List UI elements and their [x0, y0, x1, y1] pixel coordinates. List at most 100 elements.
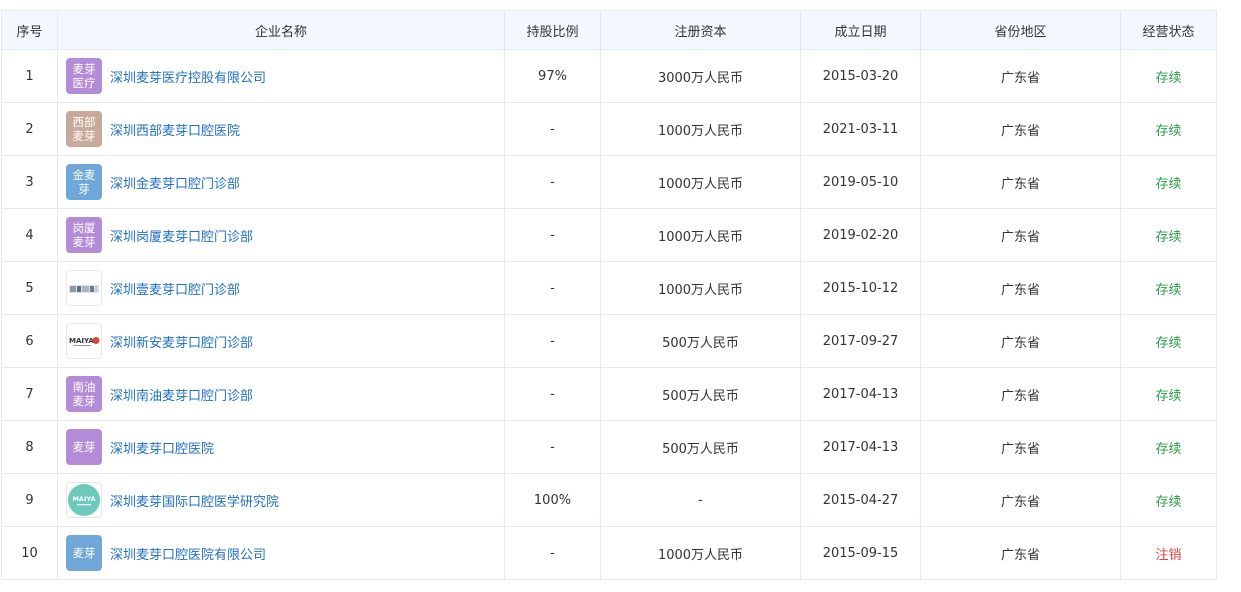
company-name-link[interactable]: 深圳金麦芽口腔门诊部	[110, 173, 240, 192]
company-name-cell: 岗厦麦芽 深圳岗厦麦芽口腔门诊部	[57, 208, 505, 262]
region: 广东省	[920, 526, 1121, 580]
company-logo[interactable]: 岗厦麦芽	[66, 217, 102, 253]
established-date: 2021-03-11	[800, 102, 921, 156]
established-date: 2019-05-10	[800, 155, 921, 209]
share-ratio: 97%	[504, 49, 601, 103]
share-ratio: -	[504, 367, 601, 421]
table-row: 8 麦芽 深圳麦芽口腔医院 -500万人民币 2017-04-13 广东省 存续	[1, 420, 1217, 474]
status-badge: 存续	[1120, 314, 1217, 368]
row-index: 9	[1, 473, 58, 527]
table-row: 6 MAIYA 深圳新安麦芽口腔门诊部 -500万人民币 2017-09-27 广东省 存续	[1, 314, 1217, 368]
region: 广东省	[920, 208, 1121, 262]
row-index: 6	[1, 314, 58, 368]
region: 广东省	[920, 367, 1121, 421]
company-name-wrapper: 南油麦芽 深圳南油麦芽口腔门诊部	[66, 376, 504, 412]
header-established-date: 成立日期	[800, 10, 921, 50]
registered-capital: 3000万人民币	[600, 49, 801, 103]
share-ratio: -	[504, 420, 601, 474]
region: 广东省	[920, 102, 1121, 156]
company-name-link[interactable]: 深圳麦芽口腔医院	[110, 438, 214, 457]
company-name-wrapper: MAIYA 深圳麦芽国际口腔医学研究院	[66, 482, 504, 518]
company-name-wrapper: 深圳壹麦芽口腔门诊部	[66, 270, 504, 306]
company-logo[interactable]: 麦芽	[66, 429, 102, 465]
company-logo[interactable]: 麦芽医疗	[66, 58, 102, 94]
company-name-cell: 金麦芽 深圳金麦芽口腔门诊部	[57, 155, 505, 209]
company-name-cell: MAIYA 深圳麦芽国际口腔医学研究院	[57, 473, 505, 527]
registered-capital: 500万人民币	[600, 367, 801, 421]
company-name-cell: 麦芽 深圳麦芽口腔医院有限公司	[57, 526, 505, 580]
company-logo-image[interactable]: MAIYA	[66, 323, 102, 359]
table-row: 3 金麦芽 深圳金麦芽口腔门诊部 -1000万人民币 2019-05-10 广东省 存续	[1, 155, 1217, 209]
company-name-cell: MAIYA 深圳新安麦芽口腔门诊部	[57, 314, 505, 368]
established-date: 2015-03-20	[800, 49, 921, 103]
company-name-link[interactable]: 深圳麦芽医疗控股有限公司	[110, 67, 266, 86]
registered-capital: -	[600, 473, 801, 527]
company-name-cell: 麦芽医疗 深圳麦芽医疗控股有限公司	[57, 49, 505, 103]
company-name-link[interactable]: 深圳西部麦芽口腔医院	[110, 120, 240, 139]
table-header-row: 序号 企业名称 持股比例 注册资本 成立日期 省份地区 经营状态	[1, 10, 1217, 50]
share-ratio: -	[504, 314, 601, 368]
company-name-cell: 西部麦芽 深圳西部麦芽口腔医院	[57, 102, 505, 156]
row-index: 4	[1, 208, 58, 262]
company-name-cell: 南油麦芽 深圳南油麦芽口腔门诊部	[57, 367, 505, 421]
region: 广东省	[920, 314, 1121, 368]
company-logo[interactable]: 南油麦芽	[66, 376, 102, 412]
company-logo-text: 西部麦芽	[72, 115, 96, 143]
company-name-wrapper: 麦芽医疗 深圳麦芽医疗控股有限公司	[66, 58, 504, 94]
region: 广东省	[920, 420, 1121, 474]
share-ratio: -	[504, 261, 601, 315]
company-name-link[interactable]: 深圳麦芽口腔医院有限公司	[110, 544, 266, 563]
registered-capital: 1000万人民币	[600, 102, 801, 156]
established-date: 2017-04-13	[800, 420, 921, 474]
row-index: 10	[1, 526, 58, 580]
header-index: 序号	[1, 10, 58, 50]
company-logo[interactable]: 麦芽	[66, 535, 102, 571]
header-status: 经营状态	[1120, 10, 1217, 50]
company-logo-text: 麦芽	[72, 440, 96, 454]
company-logo[interactable]: 金麦芽	[66, 164, 102, 200]
company-name-link[interactable]: 深圳南油麦芽口腔门诊部	[110, 385, 253, 404]
company-name-wrapper: MAIYA 深圳新安麦芽口腔门诊部	[66, 323, 504, 359]
established-date: 2015-04-27	[800, 473, 921, 527]
region: 广东省	[920, 261, 1121, 315]
registered-capital: 1000万人民币	[600, 208, 801, 262]
company-logo-image[interactable]	[66, 270, 102, 306]
header-share-ratio: 持股比例	[504, 10, 601, 50]
status-badge: 存续	[1120, 367, 1217, 421]
established-date: 2015-10-12	[800, 261, 921, 315]
row-index: 1	[1, 49, 58, 103]
company-table: 序号 企业名称 持股比例 注册资本 成立日期 省份地区 经营状态 1 麦芽医疗 深圳…	[1, 10, 1217, 580]
company-name-link[interactable]: 深圳新安麦芽口腔门诊部	[110, 332, 253, 351]
registered-capital: 1000万人民币	[600, 155, 801, 209]
company-logo-text: 金麦芽	[72, 168, 96, 196]
company-logo-text: 麦芽医疗	[72, 62, 96, 90]
established-date: 2019-02-20	[800, 208, 921, 262]
region: 广东省	[920, 155, 1121, 209]
share-ratio: -	[504, 155, 601, 209]
table-row: 2 西部麦芽 深圳西部麦芽口腔医院 -1000万人民币 2021-03-11 广东省 存续	[1, 102, 1217, 156]
status-badge: 存续	[1120, 261, 1217, 315]
company-name-wrapper: 金麦芽 深圳金麦芽口腔门诊部	[66, 164, 504, 200]
svg-text:MAIYA: MAIYA	[69, 337, 94, 345]
company-name-link[interactable]: 深圳麦芽国际口腔医学研究院	[110, 491, 279, 510]
share-ratio: -	[504, 208, 601, 262]
row-index: 7	[1, 367, 58, 421]
share-ratio: -	[504, 102, 601, 156]
registered-capital: 1000万人民币	[600, 526, 801, 580]
company-name-link[interactable]: 深圳岗厦麦芽口腔门诊部	[110, 226, 253, 245]
status-badge: 存续	[1120, 420, 1217, 474]
registered-capital: 1000万人民币	[600, 261, 801, 315]
header-region: 省份地区	[920, 10, 1121, 50]
company-name-link[interactable]: 深圳壹麦芽口腔门诊部	[110, 279, 240, 298]
company-logo-text: 麦芽	[72, 546, 96, 560]
table-row: 1 麦芽医疗 深圳麦芽医疗控股有限公司 97% 3000万人民币 2015-03-20 广东…	[1, 49, 1217, 103]
share-ratio: 100%	[504, 473, 601, 527]
status-badge: 存续	[1120, 49, 1217, 103]
company-logo-image[interactable]: MAIYA	[66, 482, 102, 518]
region: 广东省	[920, 49, 1121, 103]
table-row: 5 深圳壹麦芽口腔门诊部 -1000万人民币 2015-10-12 广东省 存续	[1, 261, 1217, 315]
company-logo[interactable]: 西部麦芽	[66, 111, 102, 147]
established-date: 2017-09-27	[800, 314, 921, 368]
status-badge: 存续	[1120, 155, 1217, 209]
status-badge: 存续	[1120, 473, 1217, 527]
